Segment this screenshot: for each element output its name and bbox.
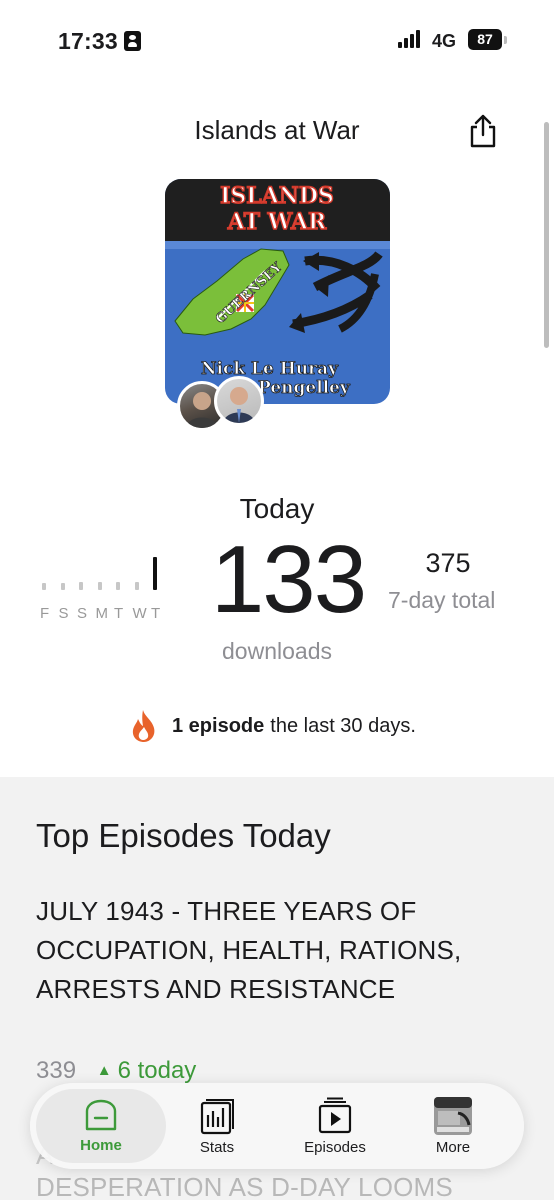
home-icon: [85, 1099, 117, 1131]
sparkline-day-label: M: [95, 605, 109, 622]
tab-episodes-label: Episodes: [304, 1139, 366, 1156]
stats-icon: [200, 1099, 234, 1135]
cover-host-line2: Pengelley: [258, 378, 351, 398]
section-title: Top Episodes Today: [36, 817, 331, 854]
sparkline-day-label: S: [77, 605, 88, 622]
status-bar: 17:33 4G 87: [0, 0, 554, 80]
episode-stats: 339 ▲ 6 today: [36, 1057, 196, 1085]
signal-icon: [398, 30, 426, 50]
sparkline-day-label: F: [40, 605, 50, 622]
podcast-dashboard: 17:33 4G 87 Islands at War GUERNSEY ISLA…: [0, 0, 554, 1200]
network-type: 4G: [432, 31, 457, 51]
sparkline-day-label: T: [151, 605, 161, 622]
tab-bar: Home Stats Episodes More: [30, 1083, 524, 1169]
contact-card-icon: [124, 31, 141, 51]
sparkline-day-label: S: [58, 605, 69, 622]
week-total-count: 375: [425, 548, 471, 578]
battery-icon: 87: [468, 29, 502, 50]
cover-title-line2: AT WAR: [227, 209, 327, 235]
sparkline-bar: [134, 582, 139, 590]
host-avatar: [214, 376, 264, 426]
podcast-artwork: GUERNSEY ISLANDS AT WAR Nick Le Huray Pe…: [165, 179, 390, 404]
today-label: Today: [239, 493, 315, 524]
tab-more-label: More: [435, 1139, 471, 1156]
status-time: 17:33: [58, 28, 118, 54]
sparkline-bar: [97, 582, 102, 590]
share-button[interactable]: [466, 113, 500, 149]
sparkline-day-label: T: [114, 605, 124, 622]
streak-text: the last 30 days.: [270, 714, 416, 737]
downloads-label: downloads: [222, 638, 332, 664]
tab-episodes[interactable]: Episodes: [292, 1083, 378, 1169]
episodes-icon: [318, 1097, 352, 1134]
up-arrow-icon: ▲: [96, 1062, 112, 1079]
podcast-artwork-thumbnail-icon: [434, 1097, 472, 1135]
sparkline-bar: [116, 582, 120, 590]
flame-icon: [132, 710, 155, 742]
sparkline-day-label: W: [132, 605, 147, 622]
sparkline-day-labels: FSSMTWT: [40, 605, 170, 622]
streak-count: 1 episode: [172, 714, 265, 737]
tab-home[interactable]: Home: [36, 1089, 166, 1163]
today-delta-text: 6 today: [117, 1057, 197, 1084]
artwork-graphic: GUERNSEY ISLANDS AT WAR Nick Le Huray Pe…: [165, 179, 390, 404]
episode-title[interactable]: JULY 1943 - THREE YEARS OF OCCUPATION, H…: [36, 892, 506, 1009]
sparkline-bar: [60, 583, 65, 590]
tab-stats[interactable]: Stats: [176, 1083, 258, 1169]
tab-stats-label: Stats: [199, 1139, 235, 1156]
cover-title-line1: ISLANDS: [220, 183, 334, 209]
today-downloads-count: 133: [210, 526, 367, 633]
next-episode-title[interactable]: DESPERATION AS D-DAY LOOMS: [36, 1172, 453, 1200]
share-icon: [470, 114, 496, 148]
episode-today-delta: ▲ 6 today: [97, 1057, 197, 1084]
sparkline-bar: [153, 557, 157, 590]
tab-more[interactable]: More: [426, 1083, 480, 1169]
sparkline-bar: [79, 582, 83, 590]
battery-tip: [504, 36, 507, 44]
episode-downloads: 339: [36, 1057, 77, 1084]
sparkline-bar: [42, 583, 46, 590]
cover-host-line1: Nick Le Huray: [201, 359, 339, 379]
scroll-indicator[interactable]: [544, 122, 549, 348]
tab-home-label: Home: [80, 1137, 122, 1154]
week-total-label: 7-day total: [388, 587, 496, 613]
episode-streak: 1 episode the last 30 days.: [128, 708, 416, 744]
